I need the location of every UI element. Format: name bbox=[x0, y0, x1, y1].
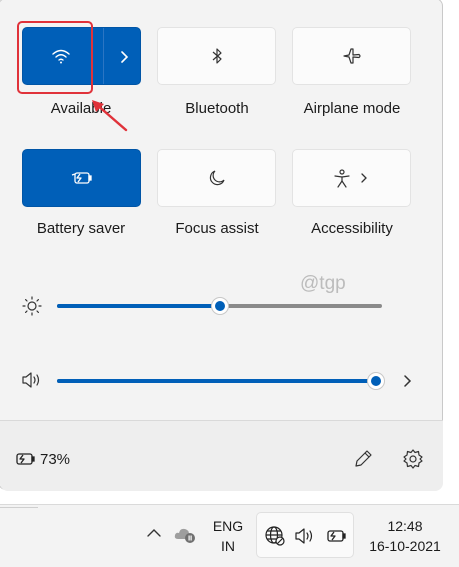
annotation-highlight-box bbox=[17, 21, 93, 94]
sun-icon bbox=[22, 296, 42, 316]
battery-charging-icon bbox=[13, 452, 37, 466]
annotation-arrow-icon bbox=[92, 100, 128, 132]
volume-slider-fill bbox=[57, 379, 376, 383]
battery-saver-tile-label: Battery saver bbox=[36, 220, 126, 237]
volume-slider-thumb[interactable] bbox=[366, 372, 385, 390]
battery-percentage: 73% bbox=[40, 451, 71, 468]
accessibility-icon bbox=[333, 169, 351, 189]
volume-mixer-chevron-icon[interactable] bbox=[402, 374, 412, 388]
watermark: @tgp bbox=[300, 273, 346, 294]
accessibility-tile[interactable] bbox=[292, 149, 411, 207]
speaker-icon bbox=[294, 527, 316, 545]
network-globe-icon bbox=[264, 525, 286, 547]
chevron-up-icon[interactable] bbox=[146, 528, 162, 538]
airplane-mode-tile-label: Airplane mode bbox=[303, 100, 401, 117]
pencil-icon[interactable] bbox=[352, 448, 374, 470]
clock[interactable]: 12:48 16-10-2021 bbox=[360, 516, 450, 556]
taskbar-separator bbox=[0, 507, 38, 508]
focus-assist-tile-label: Focus assist bbox=[175, 220, 259, 237]
gear-icon[interactable] bbox=[402, 448, 424, 470]
wifi-tile-divider bbox=[103, 28, 104, 84]
moon-icon bbox=[208, 169, 226, 187]
onedrive-icon[interactable] bbox=[173, 524, 197, 544]
airplane-icon bbox=[342, 47, 362, 65]
bluetooth-tile[interactable] bbox=[157, 27, 276, 85]
language-indicator[interactable]: ENG IN bbox=[208, 516, 248, 556]
brightness-slider-fill bbox=[57, 304, 220, 308]
battery-icon bbox=[324, 529, 348, 543]
clock-date: 16-10-2021 bbox=[369, 538, 441, 554]
bluetooth-icon bbox=[211, 47, 223, 65]
focus-assist-tile[interactable] bbox=[157, 149, 276, 207]
volume-icon[interactable] bbox=[21, 371, 43, 389]
language-code: ENG bbox=[212, 518, 244, 534]
battery-saver-icon bbox=[71, 171, 93, 185]
brightness-slider-thumb[interactable] bbox=[210, 297, 229, 315]
keyboard-region: IN bbox=[221, 538, 235, 554]
accessibility-chevron-icon bbox=[360, 172, 368, 184]
airplane-mode-tile[interactable] bbox=[292, 27, 411, 85]
wifi-expand-chevron-icon[interactable] bbox=[106, 48, 142, 66]
battery-saver-tile[interactable] bbox=[22, 149, 141, 207]
bluetooth-tile-label: Bluetooth bbox=[185, 100, 249, 117]
clock-time: 12:48 bbox=[387, 518, 423, 534]
accessibility-tile-label: Accessibility bbox=[311, 220, 393, 237]
volume-slider[interactable] bbox=[57, 379, 382, 383]
